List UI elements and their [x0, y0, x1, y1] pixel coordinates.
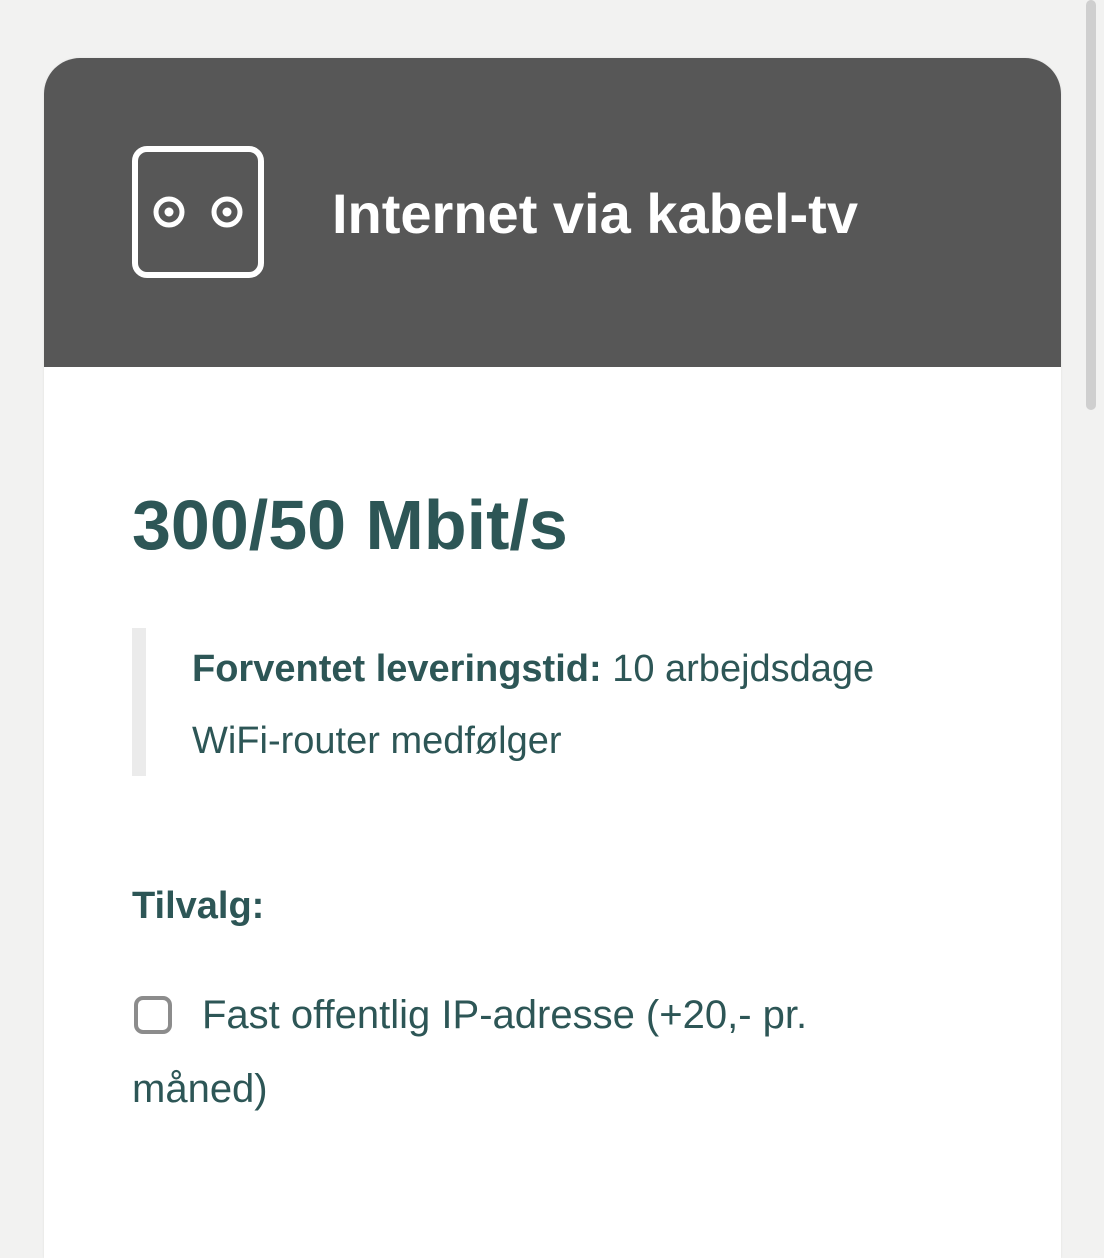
page-scrollbar[interactable]: [1086, 0, 1096, 410]
card-header: Internet via kabel-tv: [44, 58, 1061, 367]
static-ip-checkbox[interactable]: [134, 996, 172, 1034]
info-quote-block: Forventet leveringstid: 10 arbejdsdage W…: [132, 628, 1026, 776]
delivery-time-label: Forventet leveringstid:: [192, 648, 602, 690]
product-card: Internet via kabel-tv 300/50 Mbit/s Forv…: [44, 58, 1061, 1258]
delivery-time-value: 10 arbejdsdage: [601, 648, 875, 690]
addon-option-static-ip[interactable]: Fast offentlig IP-adresse (+20,- pr. mån…: [132, 992, 1012, 1126]
card-title: Internet via kabel-tv: [332, 182, 858, 245]
static-ip-label[interactable]: Fast offentlig IP-adresse (+20,- pr. mån…: [132, 978, 892, 1126]
addons-heading: Tilvalg:: [132, 885, 265, 927]
delivery-time-line: Forventet leveringstid: 10 arbejdsdage: [192, 644, 874, 694]
tv-socket-icon: [132, 146, 264, 278]
speed-heading: 300/50 Mbit/s: [132, 486, 568, 564]
router-note: WiFi-router medfølger: [192, 720, 562, 762]
